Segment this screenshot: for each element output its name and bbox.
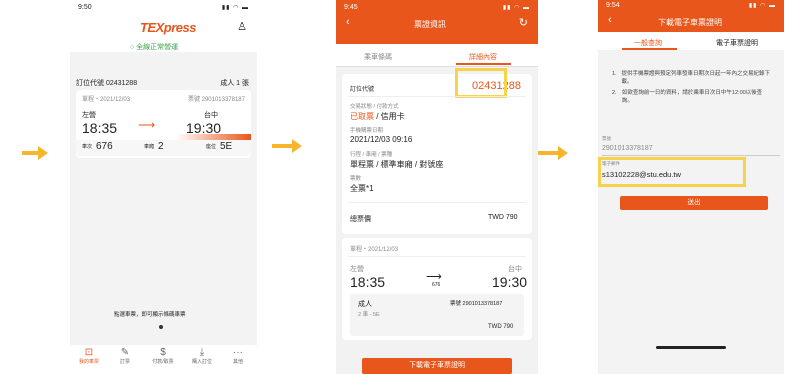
trip-date: 單程・2021/12/03 — [82, 97, 131, 103]
submit-button[interactable]: 送出 — [620, 196, 768, 210]
tab-purchase[interactable]: ⤓ 購入訂位 — [184, 347, 220, 365]
phone-screen-2: 9:45 ▮▮ ◠ ▬ ‹ 票證資訊 ↻ 乘車條碼 詳細內容 訂位代號 02431… — [336, 0, 538, 374]
payment-status: 已取票 / 信用卡 — [350, 112, 405, 121]
train-number: 676 — [96, 141, 113, 152]
tab-my-tickets[interactable]: ⊡ 我的車票 — [72, 347, 106, 365]
download-certificate-button[interactable]: 下載電子車票證明 — [362, 358, 512, 374]
car-number: 2 — [158, 141, 164, 152]
back-icon[interactable]: ‹ — [346, 16, 350, 28]
tab-general-query[interactable]: 一般查詢 — [634, 38, 662, 48]
info-notes: 1. 提供手機票證與預定列車發車日期次日起一年內之交易紀錄下載。 2. 如欲查詢前一… — [612, 71, 770, 104]
ticket-number-field[interactable]: 2901013378187 — [602, 145, 653, 152]
page-dot — [159, 325, 163, 329]
tab-payment[interactable]: $ 付款/取票 — [144, 347, 182, 365]
phone-screen-3: 9:54 ▮▮ ◠ ▬ ‹ 下載電子車票證明 一般查詢 電子車票證明 1. 提供手機… — [598, 0, 784, 374]
tab-barcode[interactable]: 乘車條碼 — [364, 52, 392, 62]
service-status: ○ 全線正常營運 — [130, 44, 179, 51]
home-indicator — [656, 346, 726, 349]
page-title: 票證資訊 — [414, 20, 446, 29]
departure-time: 18:35 — [82, 120, 118, 136]
to-station: 台中 — [204, 112, 218, 119]
train-number: 676 — [432, 282, 441, 288]
tab-booking[interactable]: ✎ 訂票 — [108, 347, 142, 365]
order-label: 訂位代號 — [350, 87, 375, 93]
status-time: 9:45 — [344, 3, 358, 11]
purchase-date: 2021/12/03 09:16 — [350, 135, 413, 144]
arrow-icon-3 — [538, 146, 568, 160]
ticket-number: 票號 2901013378187 — [187, 97, 245, 103]
ticket-type: 單程票 / 標準車廂 / 對號座 — [350, 160, 444, 169]
more-icon: ··· — [233, 347, 243, 358]
total-label: 總票價 — [350, 216, 371, 223]
status-time: 9:50 — [78, 3, 92, 11]
tab-more[interactable]: ··· 其他 — [222, 347, 254, 365]
account-icon[interactable]: ♙ — [237, 20, 247, 33]
refresh-icon[interactable]: ↻ — [519, 16, 528, 29]
bottom-tab-bar: ⊡ 我的車票 ✎ 訂票 $ 付款/取票 ⤓ 購入訂位 ··· 其他 — [70, 345, 257, 374]
train-info-bar: 車次 676 車廂 2 座位 5E — [76, 140, 251, 156]
order-label: 訂位代號 02431288 — [76, 80, 138, 87]
ticket-icon: ⊡ — [84, 347, 94, 358]
tab-indicator — [456, 63, 511, 65]
trip-card: 單程・2021/12/03 左營 台中 18:35 ⟶ 676 19:30 成人… — [342, 238, 532, 340]
passenger-box: 成人 票號 2901013378187 2 車 - 5E TWD 790 — [350, 294, 524, 336]
seat-number: 5E — [220, 141, 233, 152]
total-price: TWD 790 — [488, 214, 518, 221]
from-station: 左營 — [82, 112, 96, 119]
dollar-icon: $ — [160, 347, 166, 358]
pax-count: 成人 1 張 — [220, 80, 249, 87]
arrow-icon-2 — [272, 139, 302, 153]
back-icon[interactable]: ‹ — [608, 14, 612, 26]
status-time: 9:54 — [606, 1, 620, 9]
pen-icon: ✎ — [120, 347, 130, 358]
departure-time: 18:35 — [350, 274, 386, 290]
brand-logo: TEXpress — [140, 20, 196, 35]
ticket-count: 全票*1 — [350, 184, 374, 193]
hint-text: 點選車票，即可顯示條碼車票 — [114, 312, 186, 318]
tab-indicator — [622, 48, 677, 50]
arrival-time: 19:30 — [492, 274, 528, 290]
highlight-box — [598, 157, 746, 187]
details-card: 訂位代號 02431288 交易狀態 / 付款方式 已取票 / 信用卡 手機購票… — [342, 68, 532, 234]
route-arrow-icon: ⟶ — [138, 118, 156, 132]
arrow-icon-1 — [22, 146, 48, 160]
phone-screen-1: 9:50 ▮▮ ◠ ▬ TEXpress ♙ ○ 全線正常營運 訂位代號 0243… — [70, 0, 257, 374]
tab-details[interactable]: 詳細內容 — [469, 52, 497, 62]
tab-e-ticket-proof[interactable]: 電子車票證明 — [716, 38, 758, 48]
page-title: 下載電子車票證明 — [658, 18, 722, 27]
download-icon: ⤓ — [199, 347, 205, 358]
highlight-box — [455, 68, 507, 98]
